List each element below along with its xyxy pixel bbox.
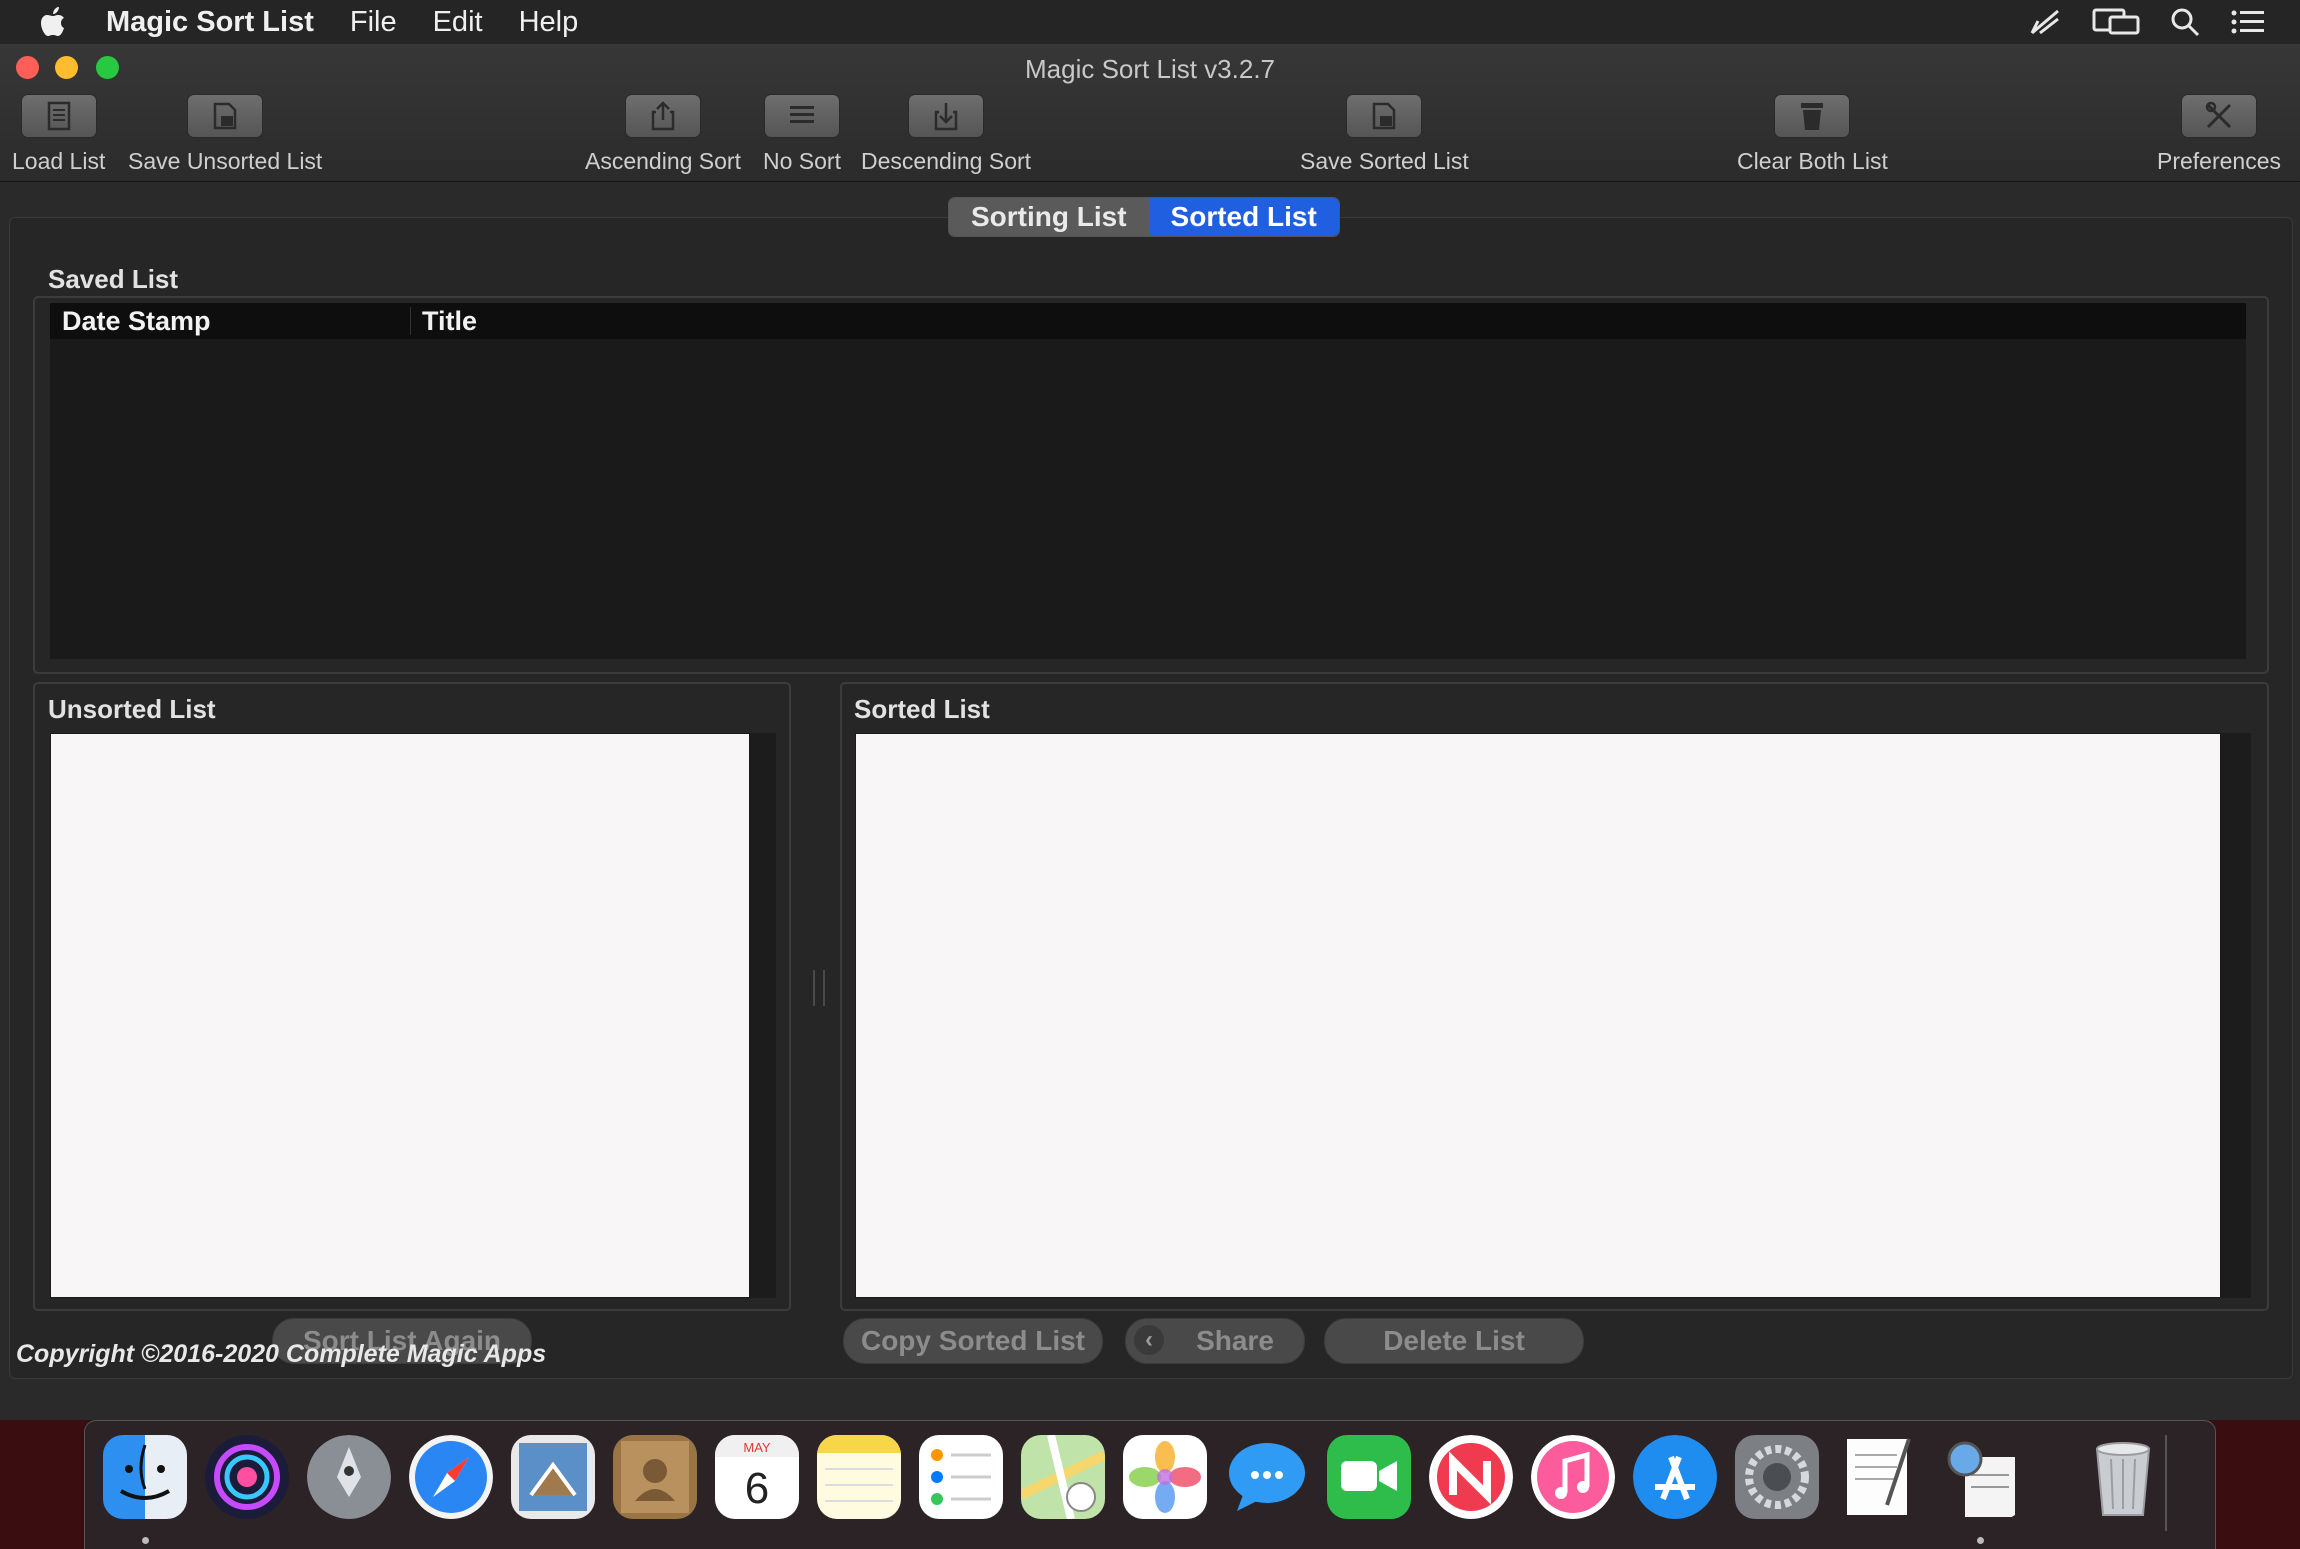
reminders-icon[interactable] — [919, 1435, 1003, 1519]
safari-icon[interactable] — [409, 1435, 493, 1519]
copy-sorted-list-button[interactable]: Copy Sorted List — [843, 1318, 1103, 1364]
news-icon[interactable] — [1429, 1435, 1513, 1519]
save-unsorted-list-label: Save Unsorted List — [128, 148, 323, 174]
photos-icon[interactable] — [1123, 1435, 1207, 1519]
column-title[interactable]: Title — [422, 306, 477, 337]
download-arrow-icon — [908, 94, 985, 138]
spotlight-search-icon[interactable] — [2170, 7, 2200, 37]
save-unsorted-list-button[interactable]: Save Unsorted List — [128, 94, 322, 175]
file-menu[interactable]: File — [350, 6, 397, 39]
trash-icon — [1774, 94, 1851, 138]
no-sort-button[interactable]: No Sort — [763, 94, 841, 175]
copyright-text: Copyright ©2016-2020 Complete Magic Apps — [16, 1340, 547, 1368]
table-header: Date Stamp Title — [50, 303, 2246, 339]
trash-icon[interactable] — [2081, 1435, 2165, 1519]
clear-both-list-label: Clear Both List — [1737, 148, 1888, 174]
delete-list-button[interactable]: Delete List — [1324, 1318, 1584, 1364]
share-label: Share — [1196, 1325, 1274, 1356]
unsorted-scrollbar[interactable] — [750, 733, 776, 1298]
sorted-scrollbar[interactable] — [2221, 733, 2251, 1298]
clear-both-list-button[interactable]: Clear Both List — [1737, 94, 1888, 175]
maps-icon[interactable] — [1021, 1435, 1105, 1519]
preferences-button[interactable]: Preferences — [2157, 94, 2281, 175]
tools-icon — [2181, 94, 2257, 138]
notification-center-icon[interactable] — [2230, 8, 2266, 36]
sorted-list-textarea[interactable] — [855, 733, 2221, 1298]
calendar-month: MAY — [743, 1440, 771, 1455]
share-icon: ‹ — [1134, 1325, 1164, 1355]
unsorted-list-label: Unsorted List — [48, 694, 216, 724]
textedit-icon[interactable] — [1837, 1435, 1921, 1519]
ascending-sort-button[interactable]: Ascending Sort — [585, 94, 741, 175]
column-date-stamp[interactable]: Date Stamp — [62, 306, 211, 337]
preview-icon[interactable] — [1939, 1435, 2023, 1519]
lines-icon — [763, 94, 840, 138]
title-bar: Magic Sort List v3.2.7 Load List Save Un… — [0, 44, 2300, 182]
finder-icon[interactable] — [103, 1435, 187, 1519]
save-sorted-list-label: Save Sorted List — [1300, 148, 1469, 174]
menu-bar: Magic Sort List File Edit Help — [0, 0, 2300, 44]
help-menu[interactable]: Help — [519, 6, 579, 39]
preferences-label: Preferences — [2157, 148, 2282, 174]
launchpad-icon[interactable] — [307, 1435, 391, 1519]
split-view-divider[interactable] — [813, 970, 825, 1006]
sorted-list-label: Sorted List — [854, 694, 990, 724]
apple-menu-icon[interactable] — [40, 7, 66, 37]
share-up-arrow-icon — [624, 94, 701, 138]
calendar-icon[interactable]: MAY 6 — [715, 1435, 799, 1519]
save-document-icon — [187, 94, 264, 138]
app-menu[interactable]: Magic Sort List — [106, 6, 314, 39]
unsorted-list-textarea[interactable] — [50, 733, 750, 1298]
descending-sort-button[interactable]: Descending Sort — [861, 94, 1031, 175]
load-list-label: Load List — [12, 148, 106, 174]
display-mirror-icon[interactable] — [2092, 7, 2140, 37]
tab-sorted-list[interactable]: Sorted List — [1148, 198, 1339, 236]
save-sorted-list-button[interactable]: Save Sorted List — [1300, 94, 1469, 175]
load-list-button[interactable]: Load List — [12, 94, 105, 175]
view-segmented-control: Sorting List Sorted List — [948, 197, 1340, 237]
share-button[interactable]: ‹ Share — [1125, 1318, 1305, 1364]
dock: MAY 6 — [84, 1420, 2216, 1549]
calendar-day: 6 — [745, 1464, 769, 1513]
save-document-icon — [1346, 94, 1423, 138]
list-document-icon — [20, 94, 97, 138]
siri-icon[interactable] — [205, 1435, 289, 1519]
tab-sorting-list[interactable]: Sorting List — [949, 198, 1149, 236]
system-preferences-icon[interactable] — [1735, 1435, 1819, 1519]
itunes-icon[interactable] — [1531, 1435, 1615, 1519]
messages-icon[interactable] — [1225, 1435, 1309, 1519]
saved-list-label: Saved List — [48, 264, 179, 294]
no-sort-label: No Sort — [763, 148, 841, 174]
ascending-sort-label: Ascending Sort — [585, 148, 741, 174]
edit-menu[interactable]: Edit — [433, 6, 483, 39]
mail-icon[interactable] — [511, 1435, 595, 1519]
descending-sort-label: Descending Sort — [861, 148, 1032, 174]
contacts-icon[interactable] — [613, 1435, 697, 1519]
facetime-icon[interactable] — [1327, 1435, 1411, 1519]
notes-icon[interactable] — [817, 1435, 901, 1519]
app-store-icon[interactable] — [1633, 1435, 1717, 1519]
window-title: Magic Sort List v3.2.7 — [1025, 54, 1275, 84]
saved-list-table[interactable]: Date Stamp Title — [50, 303, 2246, 659]
cast-icon[interactable] — [2028, 7, 2062, 37]
